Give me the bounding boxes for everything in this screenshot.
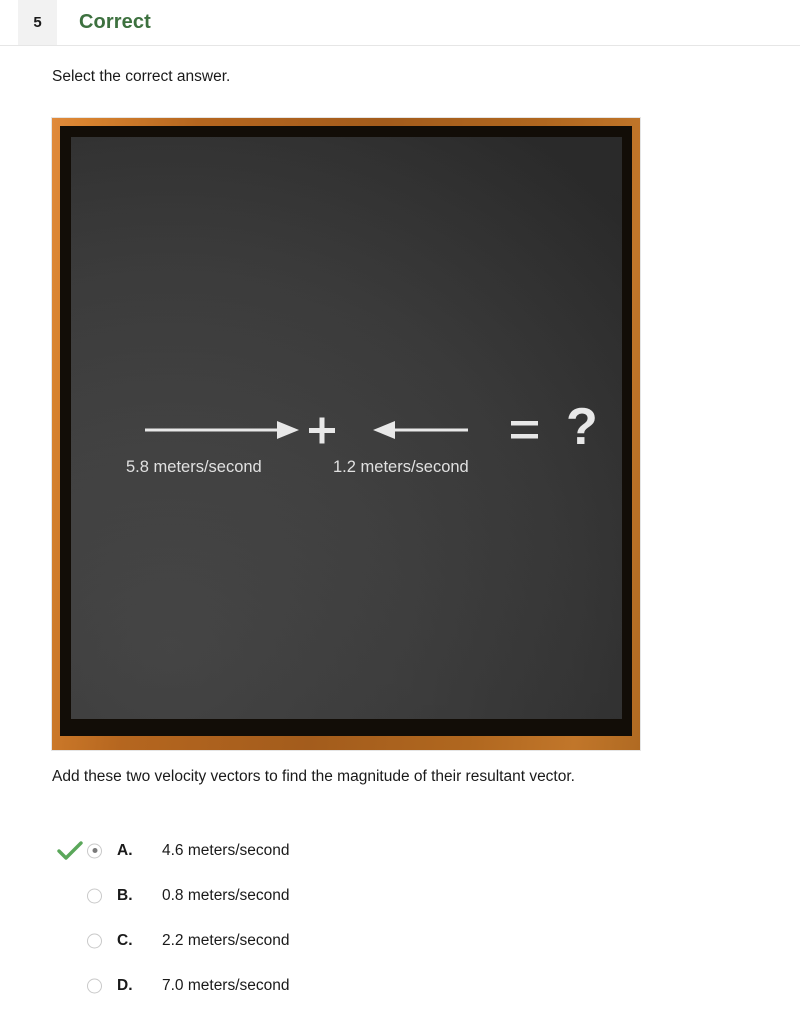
question-prompt: Add these two velocity vectors to find t…	[52, 768, 575, 785]
vector-left-label: 5.8 meters/second	[126, 458, 262, 476]
answer-text-a: 4.6 meters/second	[162, 841, 290, 859]
answer-option-b[interactable]: B. 0.8 meters/second	[52, 873, 752, 918]
answer-text-d: 7.0 meters/second	[162, 976, 290, 994]
answer-text-c: 2.2 meters/second	[162, 931, 290, 949]
blackboard-surface: ? 5.8 meters/second 1.2 meters/second	[71, 137, 622, 719]
instruction-text: Select the correct answer.	[52, 68, 231, 85]
vector-arrow-left-icon	[373, 421, 468, 439]
vector-diagram: ? 5.8 meters/second 1.2 meters/second	[71, 392, 622, 482]
correct-check-icon	[57, 840, 83, 862]
question-header: 5 Correct	[0, 0, 800, 46]
answer-option-c[interactable]: C. 2.2 meters/second	[52, 918, 752, 963]
answer-letter-a: A.	[117, 841, 133, 859]
plus-operator-symbol	[309, 417, 335, 444]
answer-letter-c: C.	[117, 931, 133, 949]
vector-right-label: 1.2 meters/second	[333, 458, 469, 476]
blackboard-frame: ? 5.8 meters/second 1.2 meters/second	[52, 118, 640, 750]
answer-radio-b[interactable]	[87, 888, 102, 903]
question-number-badge: 5	[18, 0, 57, 45]
answer-text-b: 0.8 meters/second	[162, 886, 290, 904]
answer-letter-b: B.	[117, 886, 133, 904]
answer-option-d[interactable]: D. 7.0 meters/second	[52, 963, 752, 1008]
answer-radio-d[interactable]	[87, 978, 102, 993]
answer-radio-a[interactable]	[87, 843, 102, 858]
equals-operator-symbol	[511, 421, 538, 439]
blackboard-figure: ? 5.8 meters/second 1.2 meters/second	[52, 118, 640, 750]
vector-arrow-right-icon	[145, 421, 299, 439]
question-status-label: Correct	[79, 11, 151, 33]
answer-options-list: A. 4.6 meters/second B. 0.8 meters/secon…	[52, 828, 752, 1008]
answer-option-a[interactable]: A. 4.6 meters/second	[52, 828, 752, 873]
blackboard-bevel: ? 5.8 meters/second 1.2 meters/second	[60, 126, 632, 736]
result-question-mark: ?	[566, 398, 598, 456]
answer-radio-c[interactable]	[87, 933, 102, 948]
answer-letter-d: D.	[117, 976, 133, 994]
